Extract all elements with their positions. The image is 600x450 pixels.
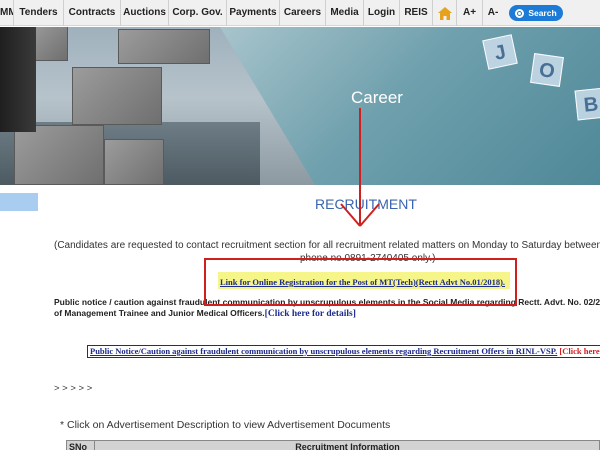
- job-letter-tile: B: [574, 87, 600, 121]
- annotation-arrow: [340, 108, 380, 227]
- nav-item-payments[interactable]: Payments: [227, 0, 280, 26]
- banner-block: [14, 125, 104, 185]
- fraud-notice-link[interactable]: Public Notice/Caution against fraudulent…: [90, 346, 557, 356]
- banner-block: [118, 29, 210, 64]
- nav-item-careers[interactable]: Careers: [280, 0, 326, 26]
- top-navigation-bar: MM Tenders Contracts Auctions Corp. Gov.…: [0, 0, 600, 26]
- banner-person: [0, 27, 36, 132]
- arrow-marker: > > > > >: [54, 383, 93, 394]
- job-letter-tile: O: [530, 53, 564, 87]
- notice-line-2: of Management Trainee and Junior Medical…: [54, 308, 600, 320]
- click-here-details-link[interactable]: [Click here for details]: [265, 309, 356, 319]
- nav-item-contracts[interactable]: Contracts: [64, 0, 121, 26]
- recruitment-table-header: SNo Recruitment Information: [66, 440, 600, 450]
- banner-block: [104, 139, 164, 185]
- banner-title: Career: [351, 88, 403, 107]
- search-button-label: Search: [528, 8, 557, 18]
- font-increase-button[interactable]: A+: [457, 0, 483, 26]
- search-button[interactable]: Search: [509, 5, 563, 21]
- home-button[interactable]: [433, 0, 457, 26]
- search-icon: [515, 8, 525, 18]
- banner-panel: [220, 27, 600, 185]
- nav-item-mm[interactable]: MM: [0, 0, 14, 26]
- fraud-notice-box: Public Notice/Caution against fraudulent…: [87, 345, 600, 358]
- nav-item-media[interactable]: Media: [326, 0, 364, 26]
- home-icon: [437, 6, 452, 20]
- career-banner: Career J O B: [0, 27, 600, 185]
- fraud-click-here-link[interactable]: [Click here: [559, 346, 599, 356]
- table-header-sno: SNo: [67, 441, 95, 450]
- nav-item-login[interactable]: Login: [364, 0, 400, 26]
- advertisement-note: * Click on Advertisement Description to …: [60, 419, 391, 431]
- annotation-box: [204, 258, 517, 306]
- intro-line: (Candidates are requested to contact rec…: [54, 240, 600, 251]
- nav-item-reis[interactable]: REIS: [400, 0, 433, 26]
- nav-item-tenders[interactable]: Tenders: [14, 0, 64, 26]
- nav-item-corp-gov[interactable]: Corp. Gov.: [169, 0, 227, 26]
- side-menu-tab[interactable]: [0, 193, 38, 211]
- job-letter-tile: J: [482, 34, 518, 70]
- nav-item-auctions[interactable]: Auctions: [121, 0, 169, 26]
- font-decrease-button[interactable]: A-: [483, 0, 503, 26]
- notice-line-text: of Management Trainee and Junior Medical…: [54, 308, 265, 318]
- banner-block: [72, 67, 162, 125]
- table-header-recruitment-info: Recruitment Information: [295, 442, 400, 450]
